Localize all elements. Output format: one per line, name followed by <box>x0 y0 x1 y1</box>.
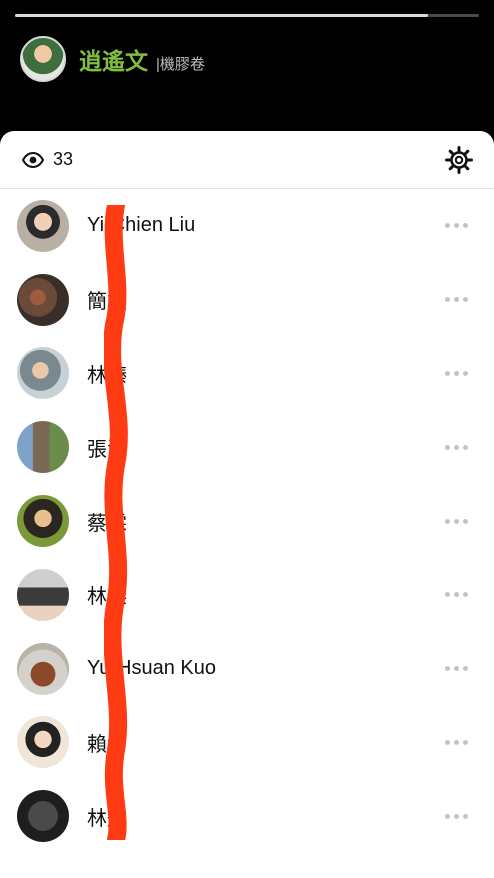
story-progress-bar <box>15 14 479 17</box>
more-horizontal-icon[interactable] <box>445 370 468 376</box>
viewer-row[interactable]: 賴清 <box>0 706 494 780</box>
viewer-row[interactable]: 林傑 <box>0 558 494 632</box>
viewer-name[interactable]: 簡竣 <box>87 285 445 314</box>
viewer-avatar[interactable] <box>17 199 69 252</box>
more-horizontal-icon[interactable] <box>445 297 468 303</box>
viewer-name[interactable]: 林臻 <box>87 359 445 388</box>
viewer-name[interactable]: 林傑 <box>87 580 445 609</box>
eye-icon <box>22 151 44 168</box>
more-horizontal-icon[interactable] <box>445 444 468 450</box>
more-horizontal-icon[interactable] <box>445 592 468 598</box>
viewer-row[interactable]: 簡竣 <box>0 263 494 337</box>
view-count-group: 33 <box>22 149 73 170</box>
viewer-name[interactable]: Yu-Hsuan Kuo <box>87 657 445 680</box>
story-header: 逍遙文 |機膠卷 <box>20 34 205 84</box>
more-horizontal-icon[interactable] <box>445 666 468 672</box>
more-horizontal-icon[interactable] <box>445 518 468 524</box>
more-horizontal-icon[interactable] <box>445 813 468 819</box>
viewer-row[interactable]: 林航 <box>0 779 494 853</box>
viewer-row[interactable]: 蔡霖 <box>0 484 494 558</box>
viewer-row[interactable]: 林臻 <box>0 337 494 411</box>
viewer-avatar[interactable] <box>17 495 69 548</box>
viewers-sheet-header: 33 <box>0 131 494 189</box>
viewer-row[interactable]: 張法 <box>0 410 494 484</box>
more-horizontal-icon[interactable] <box>445 739 468 745</box>
viewer-avatar[interactable] <box>17 716 69 769</box>
more-horizontal-icon[interactable] <box>445 223 468 229</box>
author-name[interactable]: 逍遙文 <box>79 42 148 76</box>
viewer-avatar[interactable] <box>17 421 69 474</box>
author-subtitle: |機膠卷 <box>156 55 205 73</box>
viewer-avatar[interactable] <box>17 347 69 400</box>
viewer-avatar[interactable] <box>17 568 69 621</box>
viewer-avatar[interactable] <box>17 642 69 695</box>
story-progress-fill <box>15 14 428 17</box>
viewer-name[interactable]: 張法 <box>87 433 445 462</box>
viewer-name[interactable]: 林航 <box>87 802 445 831</box>
viewer-name[interactable]: 蔡霖 <box>87 507 445 536</box>
viewer-avatar[interactable] <box>17 790 69 843</box>
viewer-row[interactable]: Yu-Hsuan Kuo <box>0 632 494 706</box>
view-count: 33 <box>53 149 74 169</box>
viewer-name[interactable]: 賴清 <box>87 728 445 757</box>
viewers-sheet: 33 Yi-Chien Liu 簡竣 林臻 張法 蔡霖 林傑 Yu-Hsuan … <box>0 131 494 878</box>
gear-icon[interactable] <box>445 145 473 174</box>
viewer-name[interactable]: Yi-Chien Liu <box>87 214 445 237</box>
author-avatar[interactable] <box>20 36 66 82</box>
viewer-row[interactable]: Yi-Chien Liu <box>0 189 494 263</box>
viewer-list: Yi-Chien Liu 簡竣 林臻 張法 蔡霖 林傑 Yu-Hsuan Kuo… <box>0 189 494 853</box>
viewer-avatar[interactable] <box>17 273 69 326</box>
